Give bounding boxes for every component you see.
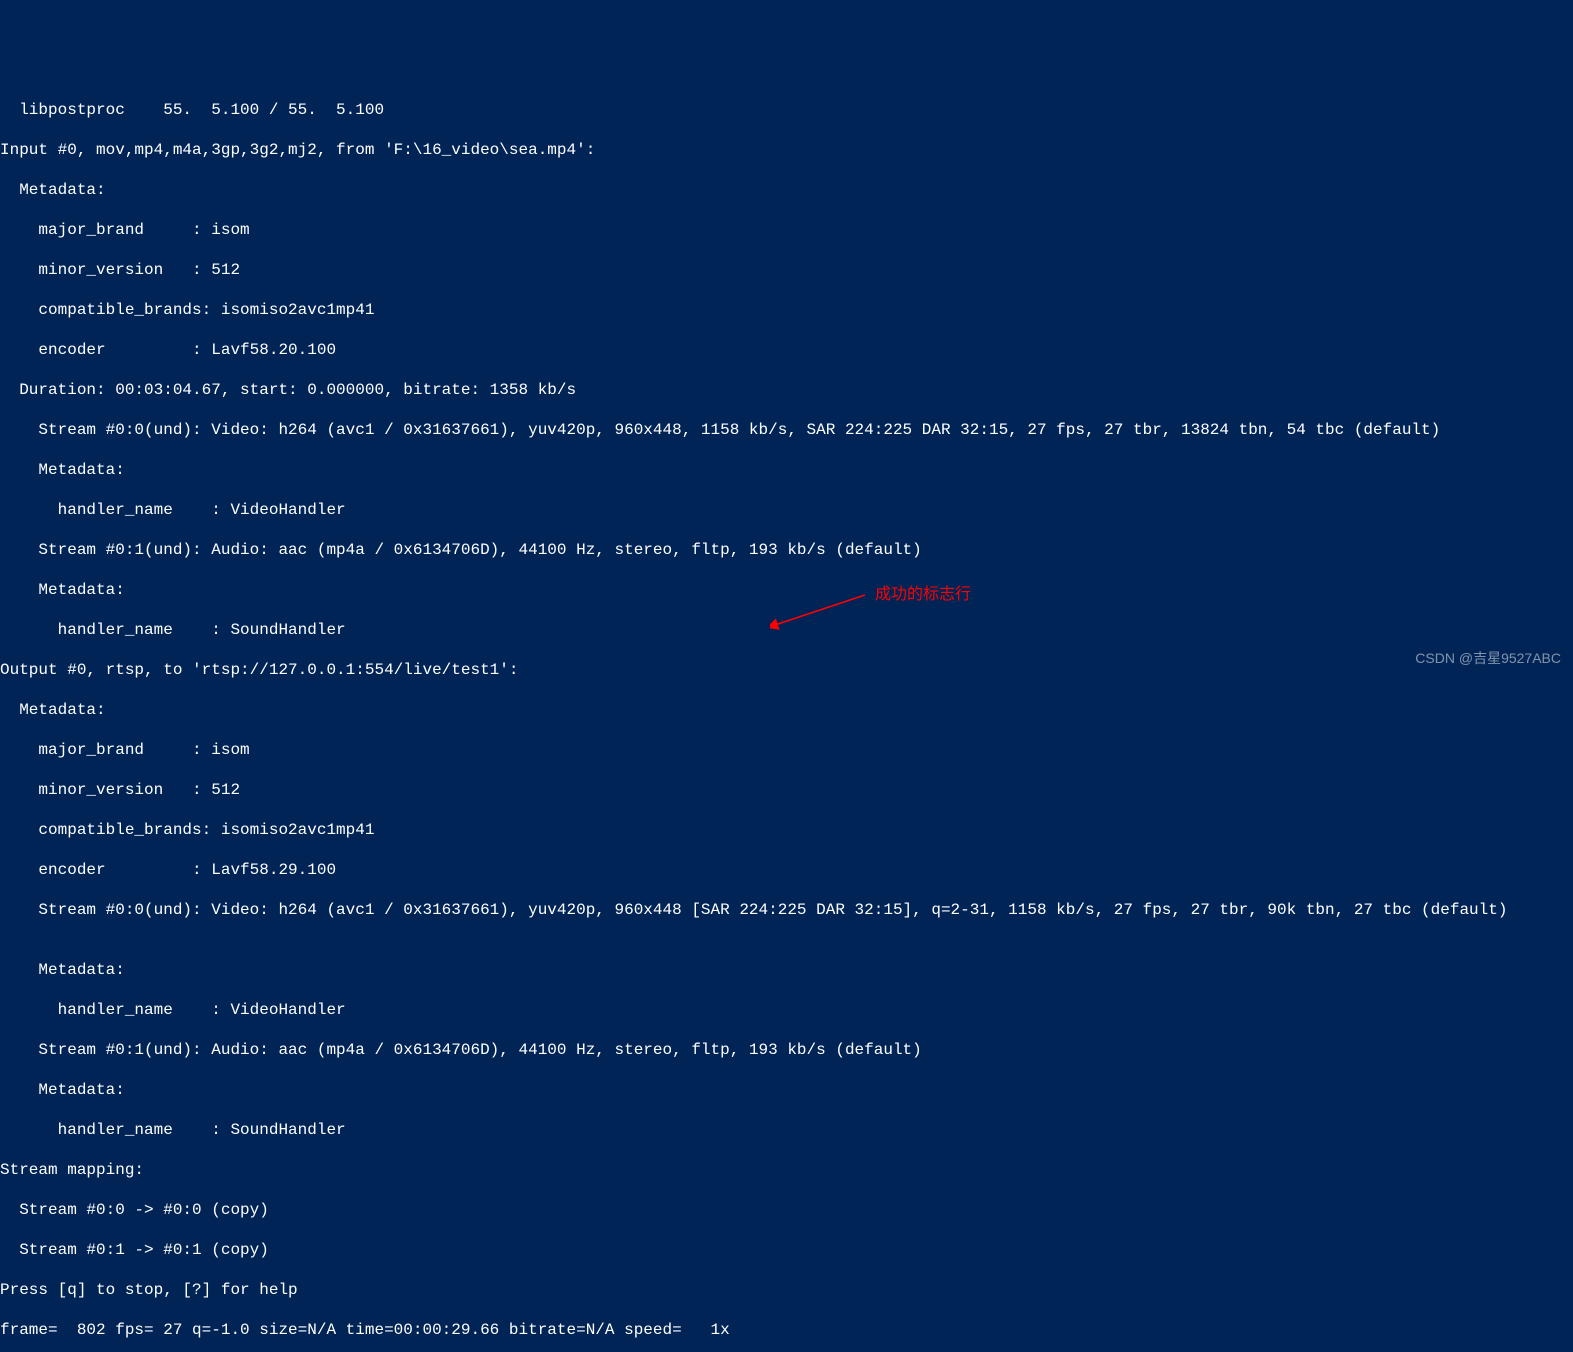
- output-line: major_brand : isom: [0, 740, 1573, 760]
- output-line: compatible_brands: isomiso2avc1mp41: [0, 820, 1573, 840]
- terminal-output: libpostproc 55. 5.100 / 55. 5.100 Input …: [0, 80, 1573, 1352]
- output-line: Stream #0:0 -> #0:0 (copy): [0, 1200, 1573, 1220]
- output-line: Metadata:: [0, 180, 1573, 200]
- output-line: frame= 802 fps= 27 q=-1.0 size=N/A time=…: [0, 1320, 1573, 1340]
- output-line: Metadata:: [0, 1080, 1573, 1100]
- output-line: Stream #0:1(und): Audio: aac (mp4a / 0x6…: [0, 1040, 1573, 1060]
- output-line: Input #0, mov,mp4,m4a,3gp,3g2,mj2, from …: [0, 140, 1573, 160]
- output-line: handler_name : SoundHandler: [0, 1120, 1573, 1140]
- output-line: minor_version : 512: [0, 260, 1573, 280]
- annotation-label: 成功的标志行: [875, 585, 971, 605]
- annotation-arrow-icon: [770, 590, 870, 630]
- output-line: Stream #0:1 -> #0:1 (copy): [0, 1240, 1573, 1260]
- output-line: Stream #0:0(und): Video: h264 (avc1 / 0x…: [0, 420, 1573, 440]
- output-line: Stream #0:0(und): Video: h264 (avc1 / 0x…: [0, 900, 1573, 920]
- output-line: Metadata:: [0, 700, 1573, 720]
- output-line: Output #0, rtsp, to 'rtsp://127.0.0.1:55…: [0, 660, 1573, 680]
- output-line: minor_version : 512: [0, 780, 1573, 800]
- output-line: Press [q] to stop, [?] for help: [0, 1280, 1573, 1300]
- output-line: handler_name : VideoHandler: [0, 500, 1573, 520]
- output-line: Stream mapping:: [0, 1160, 1573, 1180]
- output-line: Metadata:: [0, 460, 1573, 480]
- output-line: encoder : Lavf58.29.100: [0, 860, 1573, 880]
- output-line: encoder : Lavf58.20.100: [0, 340, 1573, 360]
- watermark-text: CSDN @吉星9527ABC: [1415, 648, 1561, 668]
- output-line: handler_name : VideoHandler: [0, 1000, 1573, 1020]
- output-line: Duration: 00:03:04.67, start: 0.000000, …: [0, 380, 1573, 400]
- output-line: Stream #0:1(und): Audio: aac (mp4a / 0x6…: [0, 540, 1573, 560]
- output-line: major_brand : isom: [0, 220, 1573, 240]
- output-line: Metadata:: [0, 960, 1573, 980]
- output-line: libpostproc 55. 5.100 / 55. 5.100: [0, 100, 1573, 120]
- output-line: compatible_brands: isomiso2avc1mp41: [0, 300, 1573, 320]
